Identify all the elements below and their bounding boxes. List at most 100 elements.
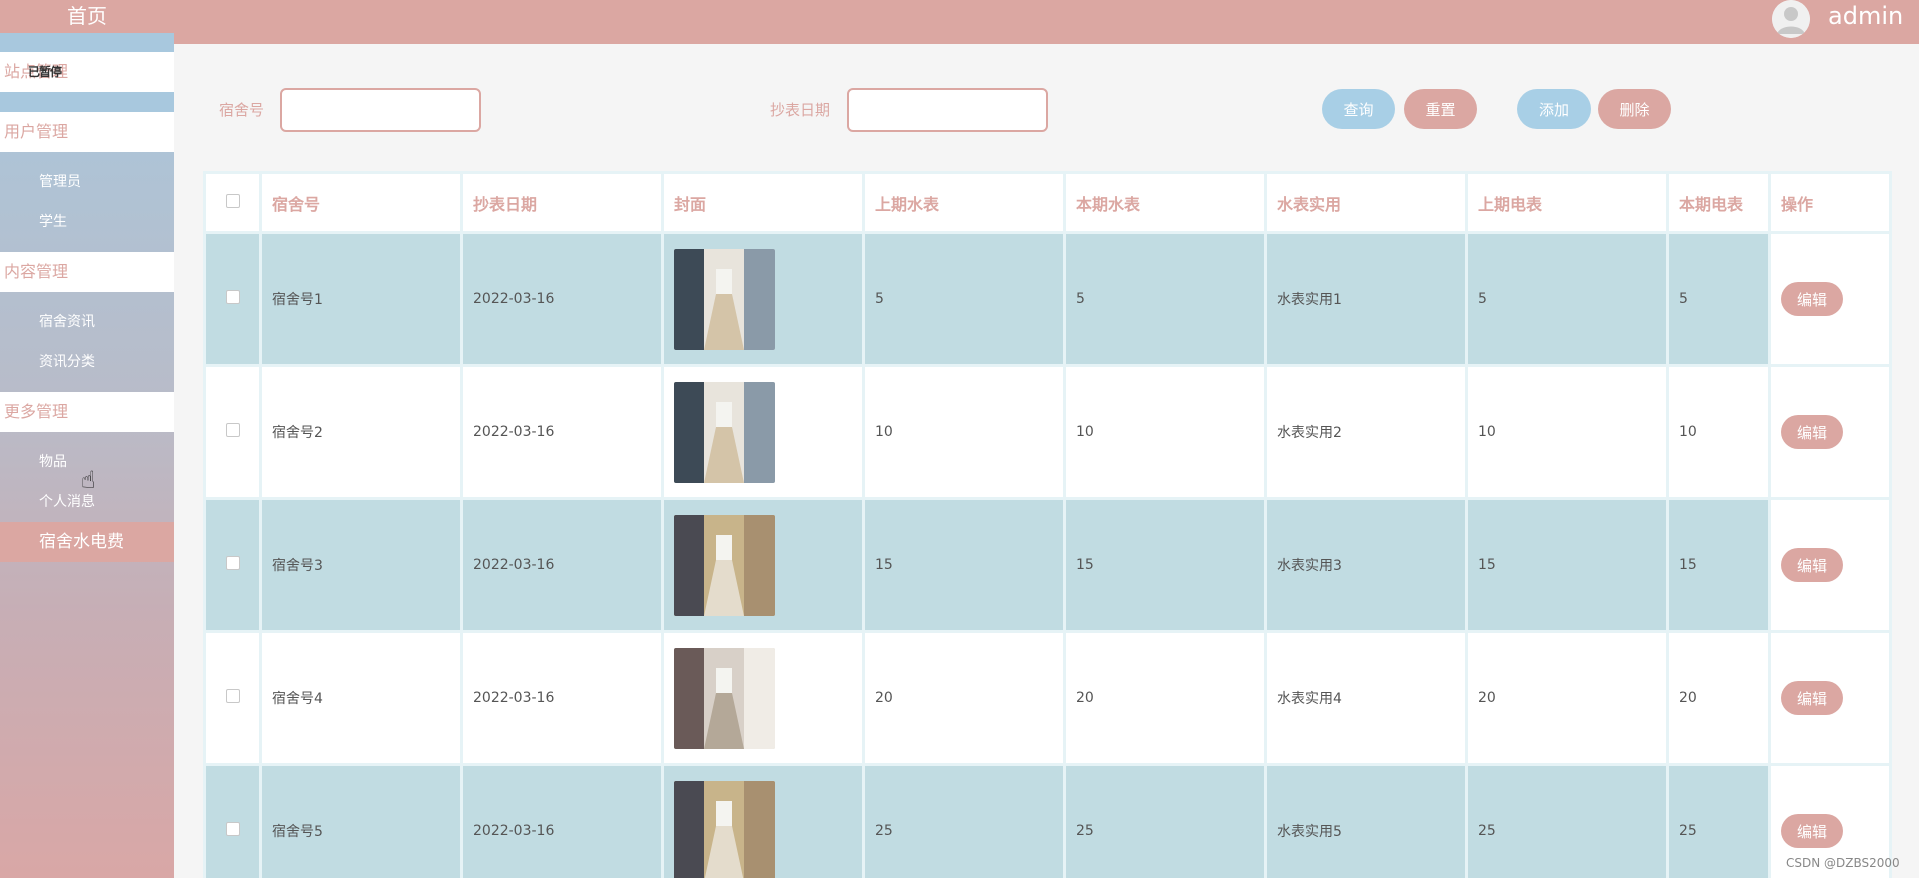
row-checkbox[interactable] — [225, 556, 240, 570]
action-cell: 编辑 — [1768, 364, 1892, 500]
table-cell: 15 — [1465, 497, 1669, 633]
cover-thumbnail[interactable] — [674, 780, 775, 878]
table-cell: 15 — [1063, 497, 1267, 633]
select-all-cell — [203, 171, 262, 234]
column-header[interactable]: 封面 — [661, 171, 865, 234]
cover-cell — [661, 364, 865, 500]
column-header[interactable]: 本期电表 — [1666, 171, 1771, 234]
column-header[interactable]: 上期电表 — [1465, 171, 1669, 234]
row-checkbox[interactable] — [225, 689, 240, 703]
sidebar-group-content[interactable]: 内容管理 — [0, 252, 174, 292]
table-cell: 10 — [1465, 364, 1669, 500]
row-select-cell — [203, 630, 262, 766]
dorm-number-input[interactable] — [280, 88, 481, 132]
reset-button[interactable]: 重置 — [1404, 89, 1477, 129]
table-row: 宿舍号3 2022-03-16 15 15 水表实用3 15 15 编辑 — [203, 497, 1892, 633]
column-header[interactable]: 本期水表 — [1063, 171, 1267, 234]
cover-thumbnail[interactable] — [674, 647, 775, 749]
column-header[interactable]: 操作 — [1768, 171, 1892, 234]
sidebar-item-news-category[interactable]: 资讯分类 — [0, 342, 174, 382]
table-cell: 宿舍号3 — [259, 497, 463, 633]
sidebar-group-label: 更多管理 — [4, 402, 69, 421]
table-cell: 25 — [1063, 763, 1267, 878]
table-cell: 15 — [862, 497, 1066, 633]
cover-cell — [661, 630, 865, 766]
sidebar-group-users[interactable]: 用户管理 — [0, 112, 174, 152]
query-button[interactable]: 查询 — [1322, 89, 1395, 129]
edit-button[interactable]: 编辑 — [1781, 548, 1843, 582]
table-cell: 2022-03-16 — [460, 497, 664, 633]
cover-thumbnail[interactable] — [674, 248, 775, 350]
column-header[interactable]: 上期水表 — [862, 171, 1066, 234]
table-cell: 5 — [1666, 231, 1771, 367]
table-cell: 2022-03-16 — [460, 231, 664, 367]
sidebar-item-admin[interactable]: 管理员 — [0, 162, 174, 202]
sidebar-item-utility-fees[interactable]: 宿舍水电费 — [0, 522, 174, 562]
table-cell: 宿舍号1 — [259, 231, 463, 367]
select-all-checkbox[interactable] — [225, 194, 240, 208]
table-cell: 20 — [1666, 630, 1771, 766]
table-cell: 水表实用5 — [1264, 763, 1468, 878]
paused-overlay-text: 已暂停 — [28, 65, 62, 79]
sidebar-item-dorm-news[interactable]: 宿舍资讯 — [0, 302, 174, 342]
sidebar-spacer — [0, 33, 174, 52]
cover-thumbnail[interactable] — [674, 381, 775, 483]
column-header[interactable]: 宿舍号 — [259, 171, 463, 234]
sidebar: 首页 站点管理 已暂停 用户管理 管理员 学生 内容管理 宿舍资讯 资讯分类 更… — [0, 0, 174, 878]
sidebar-group-label: 内容管理 — [4, 262, 69, 281]
action-cell: 编辑 — [1768, 497, 1892, 633]
sidebar-group-more[interactable]: 更多管理 — [0, 392, 174, 432]
username[interactable]: admin — [1828, 2, 1903, 30]
edit-button[interactable]: 编辑 — [1781, 415, 1843, 449]
sidebar-submenu-content: 宿舍资讯 资讯分类 — [0, 292, 174, 392]
edit-button[interactable]: 编辑 — [1781, 681, 1843, 715]
add-button[interactable]: 添加 — [1517, 89, 1591, 129]
column-header[interactable]: 水表实用 — [1264, 171, 1468, 234]
sidebar-home[interactable]: 首页 — [0, 0, 174, 33]
sidebar-group-label: 用户管理 — [4, 122, 69, 141]
delete-button[interactable]: 删除 — [1598, 89, 1671, 129]
cover-cell — [661, 763, 865, 878]
table-cell: 2022-03-16 — [460, 630, 664, 766]
table-cell: 宿舍号2 — [259, 364, 463, 500]
user-avatar-icon[interactable] — [1772, 0, 1810, 38]
table-cell: 20 — [862, 630, 1066, 766]
reading-date-label: 抄表日期 — [770, 101, 831, 119]
table-cell: 25 — [1465, 763, 1669, 878]
table-cell: 5 — [862, 231, 1066, 367]
table-cell: 水表实用3 — [1264, 497, 1468, 633]
edit-button[interactable]: 编辑 — [1781, 814, 1843, 848]
action-cell: 编辑 — [1768, 630, 1892, 766]
table-row: 宿舍号5 2022-03-16 25 25 水表实用5 25 25 编辑 — [203, 763, 1892, 878]
watermark: CSDN @DZBS2000 — [1786, 856, 1900, 870]
row-select-cell — [203, 364, 262, 500]
table-cell: 宿舍号4 — [259, 630, 463, 766]
reading-date-input[interactable] — [847, 88, 1048, 132]
cover-thumbnail[interactable] — [674, 514, 775, 616]
sidebar-group-site[interactable]: 站点管理 已暂停 — [0, 52, 174, 92]
hand-cursor-icon: ☝ — [81, 466, 96, 494]
table-cell: 10 — [1666, 364, 1771, 500]
sidebar-item-student[interactable]: 学生 — [0, 202, 174, 242]
edit-button[interactable]: 编辑 — [1781, 282, 1843, 316]
table-cell: 5 — [1465, 231, 1669, 367]
row-select-cell — [203, 763, 262, 878]
table-cell: 2022-03-16 — [460, 364, 664, 500]
table-cell: 水表实用2 — [1264, 364, 1468, 500]
row-checkbox[interactable] — [225, 423, 240, 437]
column-header[interactable]: 抄表日期 — [460, 171, 664, 234]
table-cell: 10 — [1063, 364, 1267, 500]
table-row: 宿舍号2 2022-03-16 10 10 水表实用2 10 10 编辑 — [203, 364, 1892, 500]
row-checkbox[interactable] — [225, 290, 240, 304]
sidebar-submenu-users: 管理员 学生 — [0, 152, 174, 252]
dorm-number-label: 宿舍号 — [219, 101, 265, 119]
cover-cell — [661, 497, 865, 633]
table-cell: 25 — [862, 763, 1066, 878]
action-cell: 编辑 — [1768, 231, 1892, 367]
table-cell: 宿舍号5 — [259, 763, 463, 878]
sidebar-spacer — [0, 92, 174, 112]
table-cell: 25 — [1666, 763, 1771, 878]
row-select-cell — [203, 231, 262, 367]
row-select-cell — [203, 497, 262, 633]
row-checkbox[interactable] — [225, 822, 240, 836]
